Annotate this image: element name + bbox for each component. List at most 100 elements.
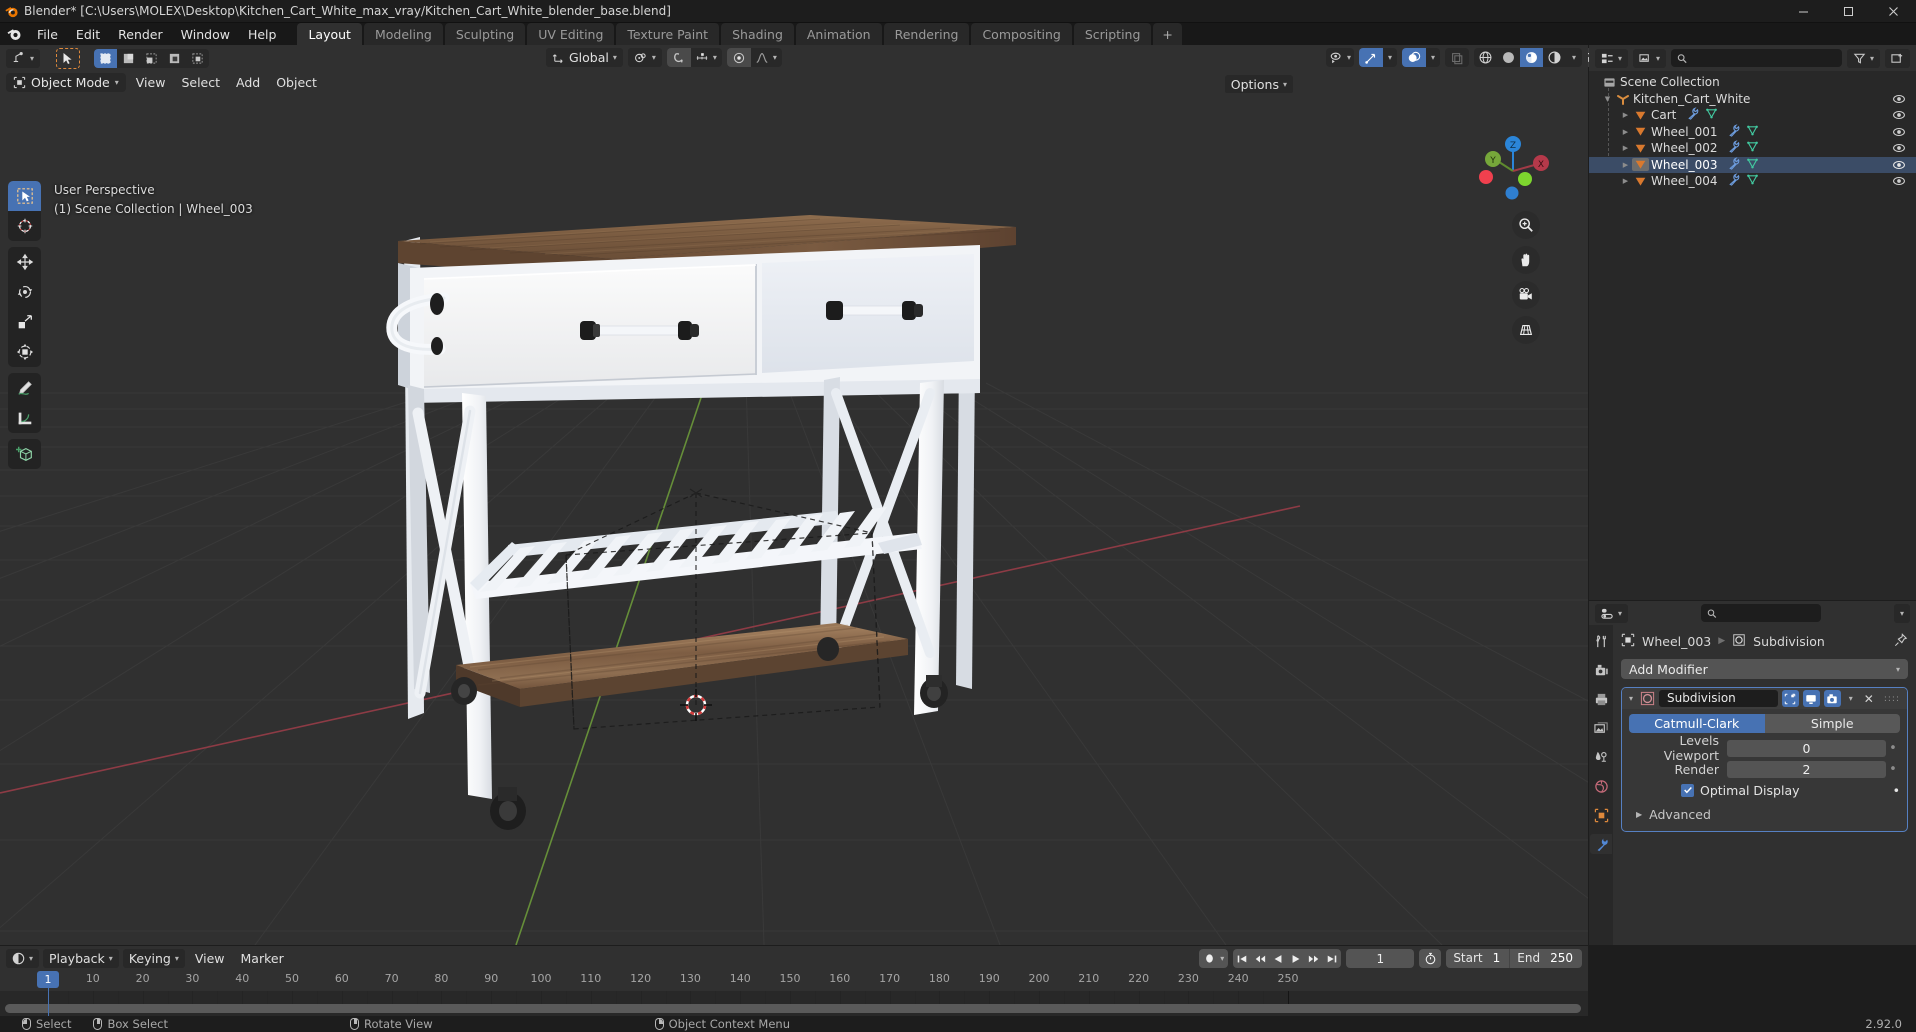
- modifier-wrench-icon[interactable]: [1727, 156, 1740, 173]
- navigation-gizmo[interactable]: Z X Y: [1476, 131, 1550, 205]
- viewport-menu-select[interactable]: Select: [175, 72, 226, 92]
- rotate-tool-button[interactable]: [8, 277, 41, 307]
- workspace-tab-shading[interactable]: Shading: [721, 23, 794, 45]
- menu-render[interactable]: Render: [109, 25, 172, 44]
- move-tool-button[interactable]: [8, 247, 41, 277]
- properties-tab-scene[interactable]: [1590, 747, 1612, 767]
- timeline-menu-view[interactable]: View: [188, 949, 231, 968]
- toggle-perspective-icon[interactable]: [1512, 316, 1540, 344]
- properties-tab-object[interactable]: [1590, 805, 1612, 825]
- workspace-tab-modeling[interactable]: Modeling: [363, 23, 443, 45]
- timeline-menu-keying[interactable]: Keying ▾: [122, 949, 185, 968]
- xray-toggle[interactable]: [1444, 48, 1469, 67]
- mesh-data-icon[interactable]: [1746, 140, 1759, 156]
- options-button[interactable]: Options ▾: [1224, 75, 1293, 94]
- modifier-collapse-arrow-icon[interactable]: ▾: [1626, 694, 1636, 703]
- add-workspace-button[interactable]: +: [1153, 23, 1182, 45]
- maximize-button[interactable]: [1826, 0, 1871, 23]
- scale-tool-button[interactable]: [8, 307, 41, 337]
- properties-search-box[interactable]: [1701, 604, 1821, 622]
- blender-menu-icon[interactable]: [0, 23, 28, 45]
- levels-viewport-animate-dot[interactable]: •: [1886, 741, 1900, 756]
- subdivision-catmull-clark-button[interactable]: Catmull-Clark: [1629, 714, 1765, 733]
- visibility-eye-icon[interactable]: [1892, 174, 1906, 191]
- outliner-row-wheel-001[interactable]: ▶ Wheel_001: [1589, 123, 1916, 142]
- expand-arrow-icon[interactable]: ▼: [1601, 95, 1614, 103]
- add-cube-tool-button[interactable]: [8, 439, 41, 469]
- modifier-extras-dropdown[interactable]: ▾: [1845, 694, 1857, 703]
- menu-file[interactable]: File: [28, 25, 67, 44]
- transform-orientation-selector[interactable]: Global ▾: [546, 48, 623, 67]
- timeline-menu-marker[interactable]: Marker: [234, 949, 290, 968]
- end-frame-value[interactable]: 250: [1547, 949, 1582, 968]
- cursor-tool-button[interactable]: [8, 211, 41, 241]
- play-icon[interactable]: [1287, 949, 1305, 968]
- move-view-icon[interactable]: [1512, 246, 1540, 274]
- menu-help[interactable]: Help: [239, 25, 286, 44]
- visibility-eye-icon[interactable]: [1892, 141, 1906, 158]
- outliner-display-mode-selector[interactable]: ▾: [1633, 48, 1667, 68]
- properties-editor-type-selector[interactable]: ▾: [1595, 603, 1629, 623]
- workspace-tab-compositing[interactable]: Compositing: [971, 23, 1072, 45]
- visibility-selector[interactable]: ▾: [1325, 48, 1354, 67]
- realtime-display-toggle-icon[interactable]: [1802, 690, 1820, 707]
- properties-tab-render[interactable]: [1590, 660, 1612, 680]
- close-button[interactable]: [1871, 0, 1916, 23]
- mesh-data-icon[interactable]: [1746, 173, 1759, 189]
- outliner-new-collection-button[interactable]: [1885, 48, 1910, 68]
- snap-target-selector[interactable]: [691, 48, 713, 67]
- viewport-canvas[interactable]: User Perspective (1) Scene Collection | …: [0, 93, 1588, 945]
- mesh-data-icon[interactable]: [1705, 107, 1718, 123]
- annotate-tool-button[interactable]: [8, 373, 41, 403]
- show-overlays-toggle[interactable]: [1401, 48, 1426, 67]
- workspace-tab-sculpting[interactable]: Sculpting: [444, 23, 526, 45]
- properties-search-input[interactable]: [1720, 606, 1815, 620]
- pin-icon[interactable]: [1894, 632, 1908, 650]
- zoom-view-icon[interactable]: [1512, 211, 1540, 239]
- modifier-wrench-icon[interactable]: [1727, 173, 1740, 189]
- optimal-display-checkbox[interactable]: [1681, 783, 1694, 797]
- viewport-menu-object[interactable]: Object: [270, 72, 323, 92]
- outliner-row-scene-collection[interactable]: Scene Collection: [1589, 74, 1916, 91]
- optimal-display-animate-dot[interactable]: •: [1893, 783, 1900, 798]
- timeline-current-frame-marker[interactable]: 1: [37, 971, 59, 988]
- properties-tab-world[interactable]: [1590, 776, 1612, 796]
- shading-solid-button[interactable]: [1497, 48, 1520, 67]
- menu-window[interactable]: Window: [172, 25, 239, 44]
- snap-toggle[interactable]: [666, 48, 691, 67]
- timeline-editor-type-selector[interactable]: ▾: [6, 949, 40, 968]
- select-subtract-button[interactable]: [140, 49, 163, 68]
- shading-rendered-button[interactable]: [1543, 48, 1566, 67]
- visibility-eye-icon[interactable]: [1892, 108, 1906, 125]
- mesh-data-icon[interactable]: [1746, 124, 1759, 140]
- outliner-search-box[interactable]: [1671, 49, 1842, 67]
- properties-tab-view-layer[interactable]: [1590, 718, 1612, 738]
- edit-mode-cage-toggle-icon[interactable]: [1781, 690, 1799, 707]
- minimize-button[interactable]: [1781, 0, 1826, 23]
- outliner-editor-type-selector[interactable]: ▾: [1595, 48, 1629, 68]
- viewport-menu-add[interactable]: Add: [230, 72, 267, 92]
- jump-next-keyframe-icon[interactable]: [1305, 949, 1323, 968]
- workspace-tab-texture-paint[interactable]: Texture Paint: [616, 23, 720, 45]
- outliner-row-wheel-002[interactable]: ▶ Wheel_002: [1589, 140, 1916, 157]
- select-extend-button[interactable]: [117, 49, 140, 68]
- outliner-search-input[interactable]: [1691, 51, 1836, 65]
- jump-to-end-icon[interactable]: [1323, 949, 1341, 968]
- use-preview-range-icon[interactable]: [1419, 949, 1442, 968]
- modifier-wrench-icon[interactable]: [1727, 140, 1740, 156]
- transform-tool-button[interactable]: [8, 337, 41, 367]
- properties-tab-tool[interactable]: [1590, 631, 1612, 651]
- mesh-data-icon[interactable]: [1746, 157, 1759, 173]
- auto-keying-toggle[interactable]: ▾: [1199, 949, 1229, 968]
- visibility-eye-icon[interactable]: [1892, 92, 1906, 109]
- workspace-tab-uv-editing[interactable]: UV Editing: [527, 23, 615, 45]
- frame-range-controls[interactable]: Start 1 End 250: [1446, 949, 1582, 968]
- visibility-eye-icon[interactable]: [1892, 158, 1906, 175]
- current-frame-field[interactable]: 1: [1346, 949, 1415, 968]
- visibility-eye-icon[interactable]: [1892, 125, 1906, 142]
- expand-arrow-icon[interactable]: ▶: [1619, 111, 1632, 119]
- editor-type-selector[interactable]: ▾: [6, 48, 41, 68]
- select-intersect-button[interactable]: [186, 49, 209, 68]
- show-gizmo-toggle[interactable]: [1358, 48, 1383, 67]
- interaction-mode-selector[interactable]: Object Mode ▾: [6, 72, 126, 92]
